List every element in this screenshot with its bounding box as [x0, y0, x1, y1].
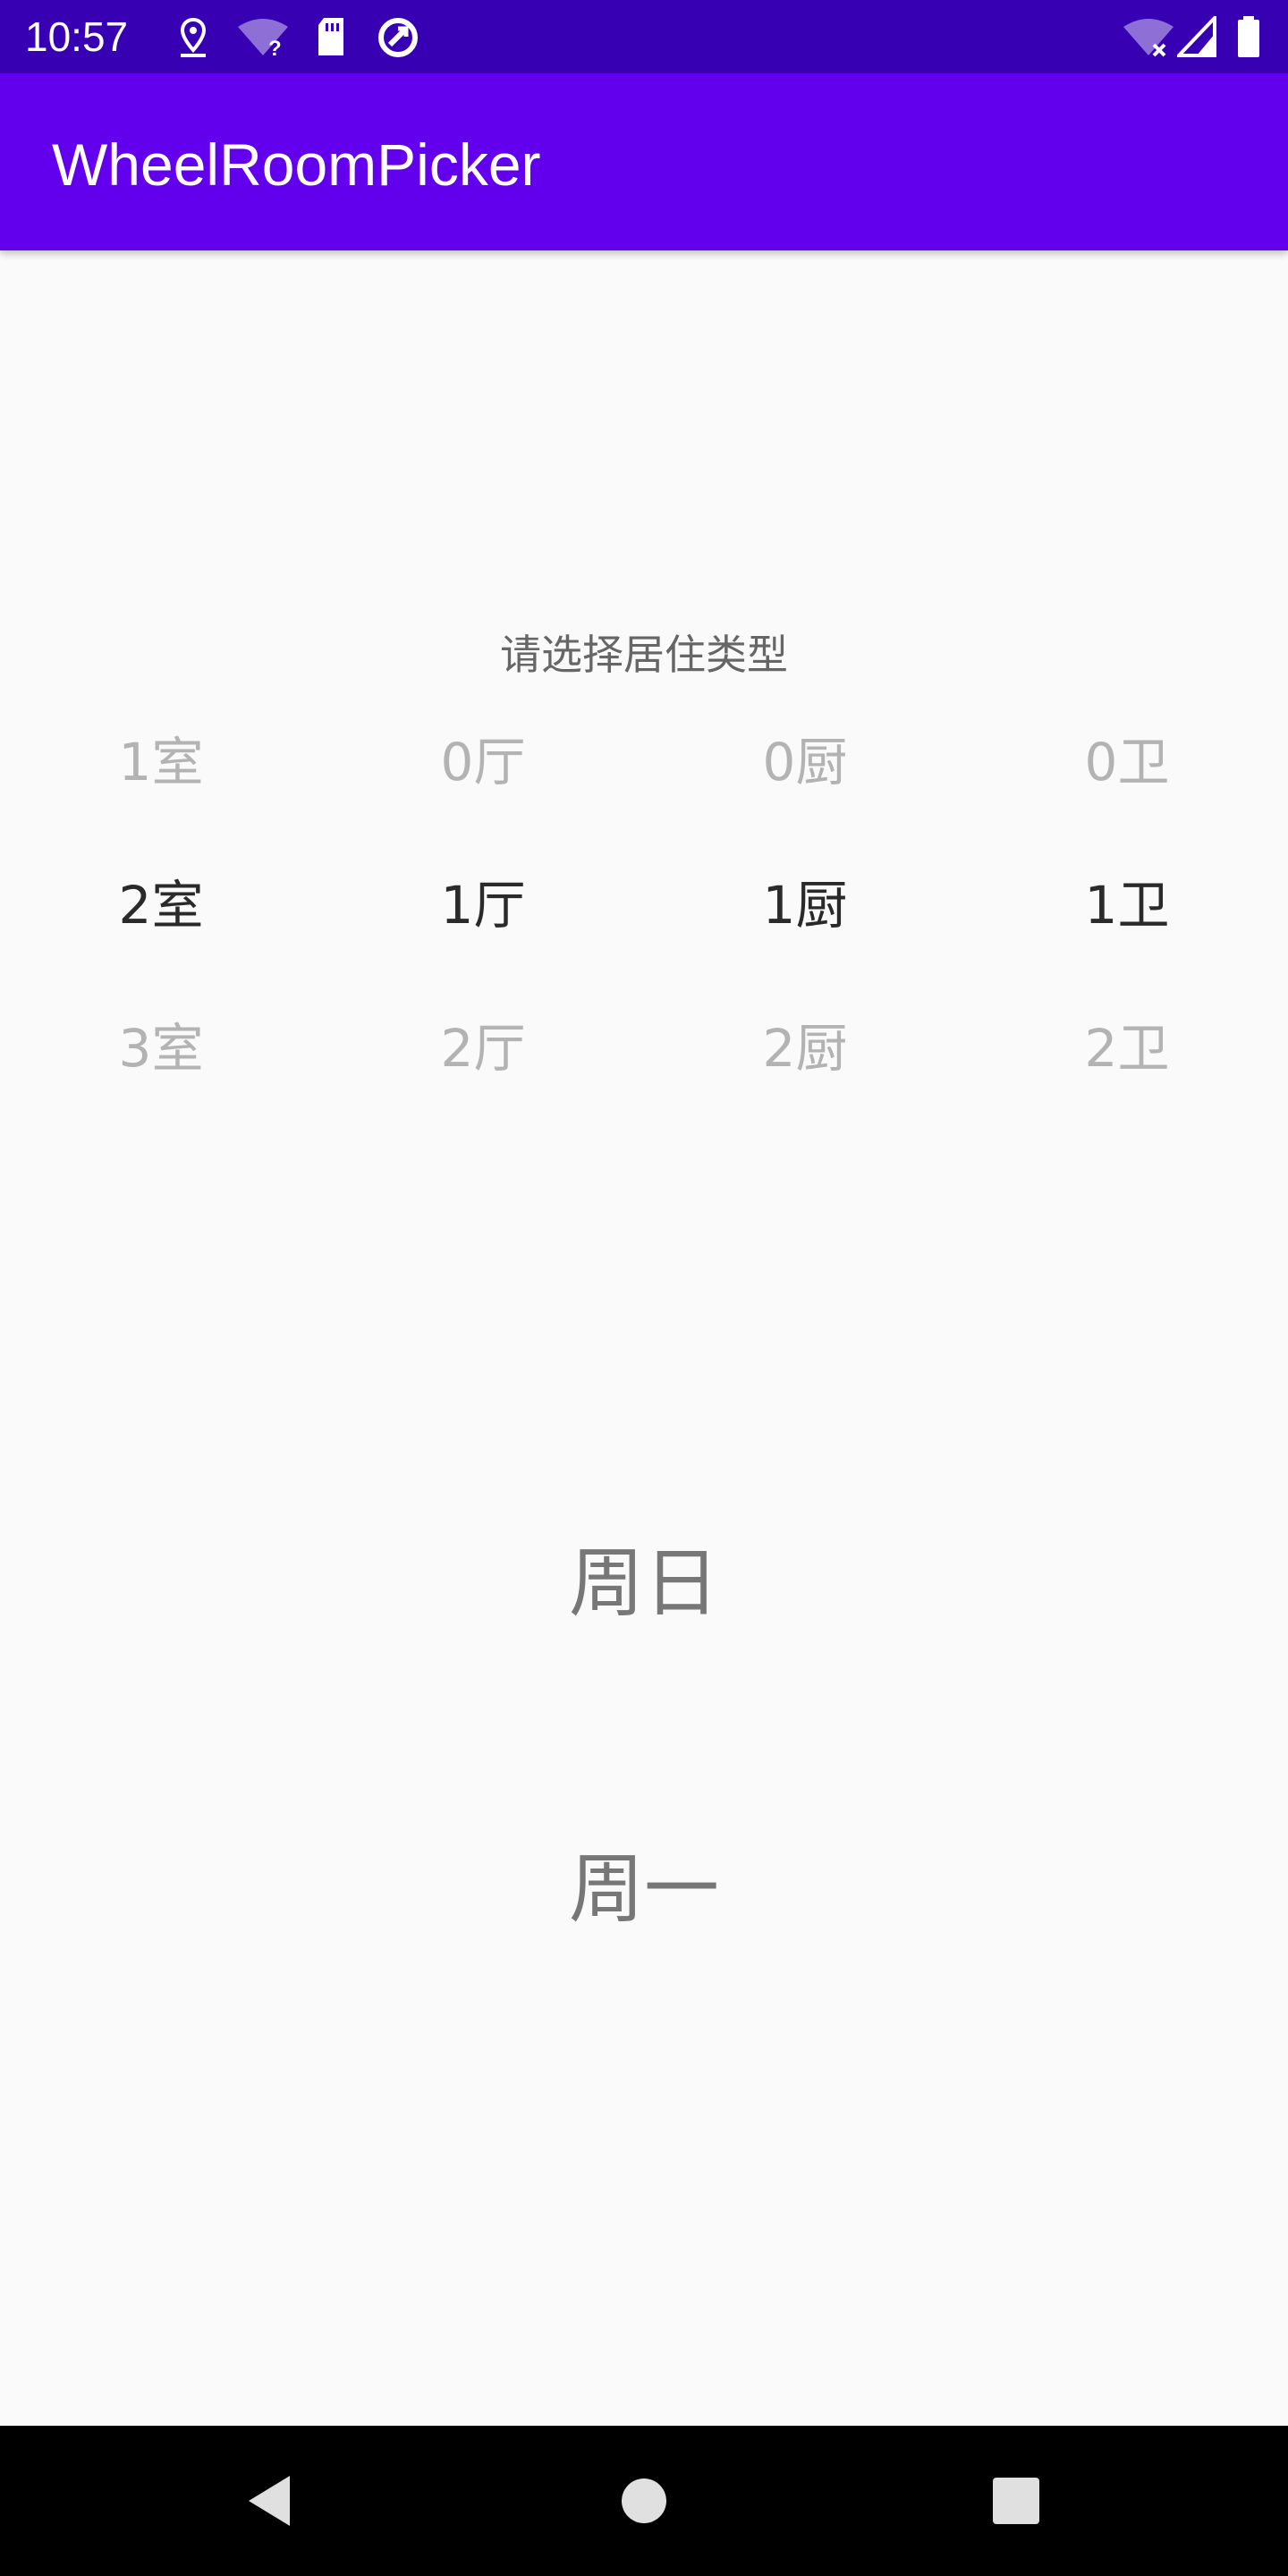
room-picker-prompt: 请选择居住类型: [500, 631, 788, 679]
navigation-bar: [0, 2426, 1288, 2576]
wheel-item[interactable]: 2厅: [322, 1013, 644, 1084]
svg-text:?: ?: [268, 37, 282, 59]
bathroom-wheel[interactable]: 0卫 1卫 2卫: [966, 726, 1288, 1079]
recents-icon[interactable]: [980, 2465, 1052, 2537]
living-room-wheel[interactable]: 0厅 1厅 2厅: [322, 726, 644, 1079]
app-title: WheelRoomPicker: [52, 131, 541, 198]
location-icon: [180, 17, 207, 57]
wheel-item[interactable]: 2厨: [644, 1013, 966, 1084]
data-saver-icon: [378, 18, 418, 57]
status-bar: 10:57 ?: [0, 0, 1288, 73]
kitchen-wheel[interactable]: 0厨 1厨 2厨: [644, 726, 966, 1079]
status-time: 10:57: [25, 13, 129, 60]
wheel-item[interactable]: 0厅: [322, 726, 644, 798]
wheel-item[interactable]: 0厨: [644, 726, 966, 798]
wheel-item[interactable]: 3室: [0, 1013, 322, 1084]
app-bar: WheelRoomPicker: [0, 73, 1288, 250]
wheel-item[interactable]: 2卫: [966, 1013, 1288, 1084]
back-icon[interactable]: [233, 2465, 304, 2537]
wheel-item-selected[interactable]: 2室: [0, 869, 322, 941]
week-wheel-item[interactable]: 周一: [0, 1844, 1288, 1934]
wheel-item-selected[interactable]: 1卫: [966, 869, 1288, 941]
battery-icon: [1238, 16, 1259, 57]
wheel-item-selected[interactable]: 1厨: [644, 869, 966, 941]
room-wheel[interactable]: 1室 2室 3室: [0, 726, 322, 1079]
home-icon[interactable]: [608, 2465, 680, 2537]
wheel-item[interactable]: 0卫: [966, 726, 1288, 798]
wheel-item[interactable]: 1室: [0, 726, 322, 798]
wheel-item-selected[interactable]: 1厅: [322, 869, 644, 941]
wifi-off-icon: [1123, 19, 1174, 57]
cell-signal-icon: [1177, 16, 1216, 57]
sd-card-icon: [318, 18, 343, 55]
wifi-question-icon: ?: [238, 19, 288, 59]
week-wheel-item[interactable]: 周日: [0, 1538, 1288, 1628]
